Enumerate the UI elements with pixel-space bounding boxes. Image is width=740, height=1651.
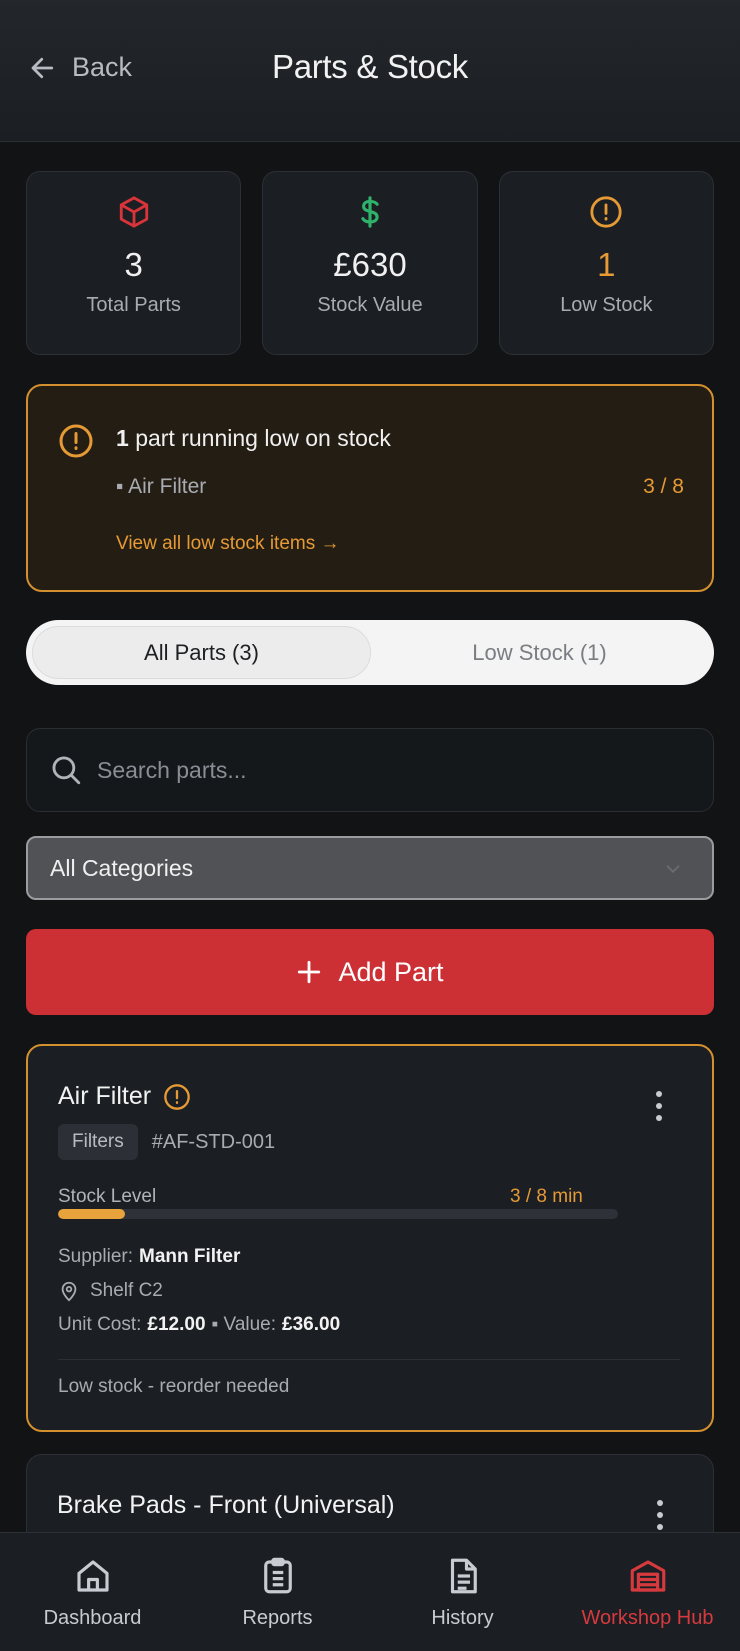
more-options-icon[interactable] [655, 1499, 665, 1531]
total-value: £36.00 [282, 1314, 341, 1335]
box-icon [116, 194, 152, 230]
unit-cost-value: £12.00 [147, 1314, 206, 1335]
nav-history[interactable]: History [370, 1533, 555, 1651]
nav-dashboard[interactable]: Dashboard [0, 1533, 185, 1651]
nav-reports[interactable]: Reports [185, 1533, 370, 1651]
stock-progress-fill [58, 1209, 126, 1219]
nav-label: History [431, 1607, 494, 1629]
card-divider [58, 1359, 680, 1360]
home-icon [76, 1560, 109, 1592]
add-part-label: Add Part [338, 956, 444, 987]
warning-circle-icon [59, 424, 93, 458]
alert-message: part running low on stock [135, 425, 391, 451]
search-input[interactable] [97, 756, 657, 784]
stat-low-stock: 1 Low Stock [498, 171, 714, 355]
garage-icon [630, 1560, 665, 1592]
stat-label: Total Parts [86, 294, 181, 316]
alert-item-name: ▪ Air Filter [116, 475, 207, 498]
nav-workshop-hub[interactable]: Workshop Hub [555, 1533, 740, 1651]
stat-value: 3 [124, 246, 143, 283]
low-stock-alert: 1 part running low on stock ▪ Air Filter… [26, 384, 714, 592]
unit-cost-label: Unit Cost: [58, 1314, 142, 1335]
app-header: Back Parts & Stock [0, 0, 740, 142]
alert-count: 1 [116, 425, 129, 451]
category-select-value: All Categories [50, 854, 194, 881]
stock-note: Low stock - reorder needed [58, 1376, 290, 1397]
tab-low-stock[interactable]: Low Stock (1) [371, 626, 708, 679]
plus-icon [298, 960, 321, 984]
stock-progress-bar [58, 1209, 618, 1219]
more-options-icon[interactable] [654, 1090, 664, 1122]
stat-value: 1 [597, 246, 616, 283]
stats-row: 3 Total Parts £630 Stock Value 1 Low Sto… [26, 171, 714, 355]
nav-label: Workshop Hub [581, 1607, 714, 1629]
alert-heading: 1 part running low on stock [116, 425, 391, 452]
cost-line: Unit Cost: £12.00 ▪ Value: £36.00 [58, 1314, 340, 1336]
part-name: Brake Pads - Front (Universal) [57, 1491, 395, 1519]
part-name: Air Filter [58, 1082, 152, 1110]
part-name-row: Brake Pads - Front (Universal) [57, 1491, 395, 1520]
supplier-name: Mann Filter [139, 1246, 241, 1267]
nav-label: Dashboard [43, 1607, 142, 1629]
location-line: Shelf C2 [58, 1280, 163, 1302]
clipboard-icon [263, 1557, 292, 1594]
location-pin-icon [61, 1281, 77, 1302]
document-icon [450, 1558, 477, 1594]
category-select[interactable]: All Categories [26, 836, 714, 900]
search-icon [52, 756, 81, 785]
search-box [26, 728, 714, 812]
stock-level-value: 3 / 8 min [510, 1186, 583, 1207]
value-label: ▪ Value: [211, 1314, 277, 1335]
warning-circle-icon [164, 1083, 190, 1110]
stat-label: Stock Value [317, 294, 423, 316]
stat-value: £630 [333, 246, 407, 283]
part-meta: Filters #AF-STD-001 [58, 1124, 275, 1160]
part-sku: #AF-STD-001 [151, 1130, 276, 1153]
page-title: Parts & Stock [271, 48, 468, 85]
bottom-nav: Dashboard Reports History Workshop Hub [0, 1532, 740, 1651]
stock-level-label: Stock Level [58, 1186, 157, 1207]
tab-all-parts[interactable]: All Parts (3) [32, 626, 371, 679]
category-tag: Filters [58, 1124, 138, 1160]
stat-label: Low Stock [560, 294, 653, 316]
nav-label: Reports [242, 1607, 313, 1629]
location-text: Shelf C2 [90, 1280, 163, 1301]
part-card[interactable]: Air Filter Filters #AF-STD-001 Stock Lev… [26, 1044, 714, 1432]
dollar-icon [352, 194, 388, 230]
stat-total-parts: 3 Total Parts [26, 171, 242, 355]
parts-tabs: All Parts (3) Low Stock (1) [26, 620, 714, 685]
part-name-row: Air Filter [58, 1082, 191, 1111]
supplier-line: Supplier: Mann Filter [58, 1246, 240, 1268]
alert-item-count: 3 / 8 [643, 475, 684, 498]
view-low-stock-link[interactable]: View all low stock items → [116, 533, 340, 555]
chevron-down-icon [666, 865, 680, 874]
warning-circle-icon [588, 194, 624, 230]
supplier-label: Supplier: [58, 1246, 133, 1267]
add-part-button[interactable]: Add Part [26, 929, 714, 1015]
stat-stock-value: £630 Stock Value [262, 171, 478, 355]
